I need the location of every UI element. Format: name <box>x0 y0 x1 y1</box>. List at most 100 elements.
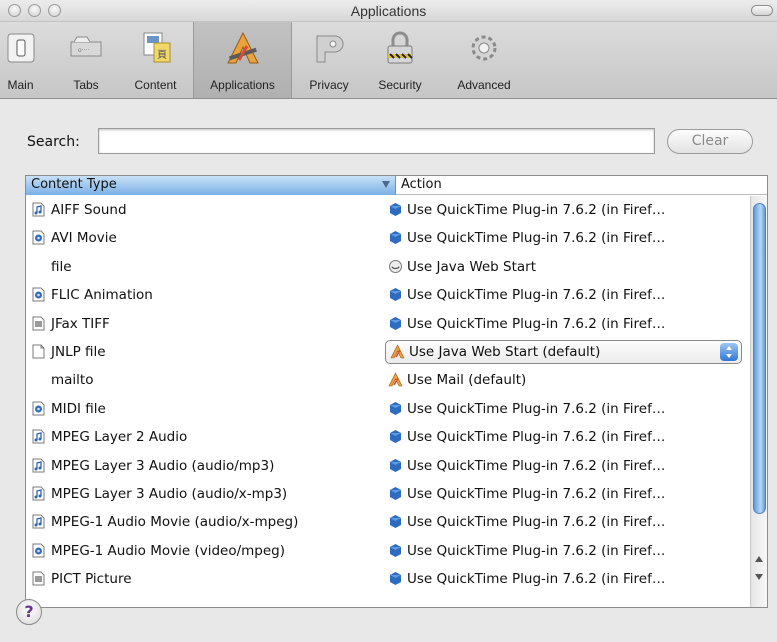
action-label: Use QuickTime Plug-in 7.6.2 (in Firef… <box>407 542 666 559</box>
title-bar: Applications <box>0 0 777 22</box>
table-row[interactable]: MPEG Layer 3 Audio (audio/x-mp3) Use Quic… <box>26 480 750 508</box>
table-row[interactable]: MPEG-1 Audio Movie (video/mpeg) Use Quick… <box>26 537 750 565</box>
main-switch-icon <box>7 33 34 63</box>
preferences-toolbar: Main o···· Tabs 頁 Content Applications P… <box>0 22 777 99</box>
action-label: Use QuickTime Plug-in 7.6.2 (in Firef… <box>407 514 666 531</box>
advanced-gear-icon <box>471 35 497 61</box>
action-label: Use QuickTime Plug-in 7.6.2 (in Firef… <box>407 571 666 588</box>
quicktime-icon <box>390 231 401 245</box>
action-label: Use QuickTime Plug-in 7.6.2 (in Firef… <box>407 400 666 417</box>
tab-security[interactable]: Security <box>366 22 434 98</box>
content-type-cell: AIFF Sound <box>32 202 387 218</box>
content-type-label: FLIC Animation <box>51 287 153 304</box>
movie-file-icon <box>32 287 45 302</box>
content-type-cell: AVI Movie <box>32 230 387 246</box>
audio-file-icon <box>32 514 45 529</box>
content-type-cell: MPEG-1 Audio Movie (audio/x-mpeg) <box>32 514 387 530</box>
action-cell: Use QuickTime Plug-in 7.6.2 (in Firef… <box>388 486 743 502</box>
quicktime-icon <box>390 430 401 444</box>
quicktime-icon <box>390 572 401 586</box>
scrollbar-thumb[interactable] <box>753 203 766 514</box>
content-type-cell: file <box>32 259 387 275</box>
content-type-cell: JFax TIFF <box>32 316 387 332</box>
column-header-content-type-label: Content Type <box>31 177 117 192</box>
table-row[interactable]: MPEG Layer 2 Audio Use QuickTime Plug-in … <box>26 423 750 451</box>
scroll-up-arrow-icon[interactable] <box>755 556 763 562</box>
action-cell: Use QuickTime Plug-in 7.6.2 (in Firef… <box>388 202 743 218</box>
table-row[interactable]: MPEG Layer 3 Audio (audio/mp3) Use QuickT… <box>26 452 750 480</box>
table-row[interactable]: MPEG-1 Audio Movie (audio/x-mpeg) Use Qui… <box>26 508 750 536</box>
help-button[interactable]: ? <box>16 599 42 625</box>
column-header-action[interactable]: Action <box>398 176 442 195</box>
table-row[interactable]: mailto Use Mail (default) <box>26 366 750 394</box>
table-row[interactable]: JFax TIFF Use QuickTime Plug-in 7.6.2 (in… <box>26 310 750 338</box>
movie-file-icon <box>32 543 45 558</box>
vertical-scrollbar[interactable] <box>750 196 767 607</box>
content-type-cell: MPEG Layer 2 Audio <box>32 429 387 445</box>
action-cell: Use Java Web Start <box>388 259 743 275</box>
toolbar-toggle-button[interactable] <box>751 5 773 16</box>
content-type-cell: MPEG Layer 3 Audio (audio/x-mp3) <box>32 486 387 502</box>
action-label: Use Java Web Start <box>407 258 537 275</box>
action-popup-button[interactable]: Use Java Web Start (default) <box>385 340 742 364</box>
audio-file-icon <box>32 486 45 501</box>
action-label: Use QuickTime Plug-in 7.6.2 (in Firef… <box>407 287 666 304</box>
quicktime-icon <box>390 515 401 529</box>
table-row[interactable]: AIFF Sound Use QuickTime Plug-in 7.6.2 (i… <box>26 196 750 224</box>
content-type-table: Content Type Action AIFF Sound Use QuickT… <box>25 175 768 608</box>
tab-privacy[interactable]: Privacy <box>298 22 360 98</box>
quicktime-icon <box>390 401 401 415</box>
content-type-label: PICT Picture <box>51 571 132 588</box>
action-label: Use QuickTime Plug-in 7.6.2 (in Firef… <box>407 202 666 218</box>
table-row[interactable]: JNLP file Use Java Web Start (default) <box>26 338 750 366</box>
content-type-label: MIDI file <box>51 400 106 417</box>
content-type-cell: MIDI file <box>32 401 387 417</box>
quicktime-icon <box>390 288 401 302</box>
tab-applications-label: Applications <box>210 78 275 92</box>
action-label: Use QuickTime Plug-in 7.6.2 (in Firef… <box>407 429 666 446</box>
action-cell: Use QuickTime Plug-in 7.6.2 (in Firef… <box>388 514 743 530</box>
audio-file-icon <box>32 429 45 444</box>
quicktime-icon <box>390 458 401 472</box>
clear-button[interactable]: Clear <box>667 129 753 154</box>
quicktime-icon <box>390 543 401 557</box>
tab-main-label: Main <box>7 78 34 92</box>
quicktime-icon <box>390 316 401 330</box>
content-type-cell: mailto <box>32 372 387 388</box>
tab-advanced[interactable]: Advanced <box>442 22 526 98</box>
java-icon <box>389 259 402 273</box>
audio-file-icon <box>32 458 45 473</box>
tab-content-label: Content <box>134 78 177 92</box>
tab-advanced-label: Advanced <box>457 78 511 92</box>
tab-main[interactable]: Main <box>0 22 41 98</box>
action-cell: Use QuickTime Plug-in 7.6.2 (in Firef… <box>388 571 743 587</box>
no-icon <box>32 372 45 387</box>
tab-privacy-label: Privacy <box>309 78 349 92</box>
popup-arrows-icon <box>720 343 738 361</box>
content-icon: 頁 <box>143 32 170 63</box>
security-lock-icon <box>387 31 413 64</box>
action-label: Use QuickTime Plug-in 7.6.2 (in Firef… <box>407 457 666 474</box>
content-type-cell: PICT Picture <box>32 571 387 587</box>
table-row[interactable]: FLIC Animation Use QuickTime Plug-in 7.6.… <box>26 281 750 309</box>
tab-content[interactable]: 頁 Content <box>124 22 187 98</box>
table-row[interactable]: file Use Java Web Start <box>26 253 750 281</box>
action-label: Use Mail (default) <box>407 372 527 389</box>
column-header-content-type[interactable]: Content Type <box>26 176 396 195</box>
search-input[interactable] <box>98 128 655 154</box>
content-type-label: JNLP file <box>51 344 106 360</box>
svg-text:o····: o···· <box>78 47 89 54</box>
table-row[interactable]: PICT Picture Use QuickTime Plug-in 7.6.2 … <box>26 565 750 593</box>
content-type-label: MPEG Layer 2 Audio <box>51 429 188 446</box>
table-row[interactable]: MIDI file Use QuickTime Plug-in 7.6.2 (in… <box>26 395 750 423</box>
tab-tabs[interactable]: o···· Tabs <box>64 22 108 98</box>
scroll-down-arrow-icon[interactable] <box>755 574 763 580</box>
content-type-label: mailto <box>51 372 94 389</box>
table-row[interactable]: AVI Movie Use QuickTime Plug-in 7.6.2 (in… <box>26 224 750 252</box>
tabs-icon: o···· <box>70 36 102 57</box>
blank-file-icon <box>32 344 45 359</box>
action-cell: Use QuickTime Plug-in 7.6.2 (in Firef… <box>388 429 743 445</box>
tab-applications[interactable]: Applications <box>193 22 292 98</box>
search-label: Search: <box>27 134 80 150</box>
quicktime-icon <box>390 487 401 500</box>
